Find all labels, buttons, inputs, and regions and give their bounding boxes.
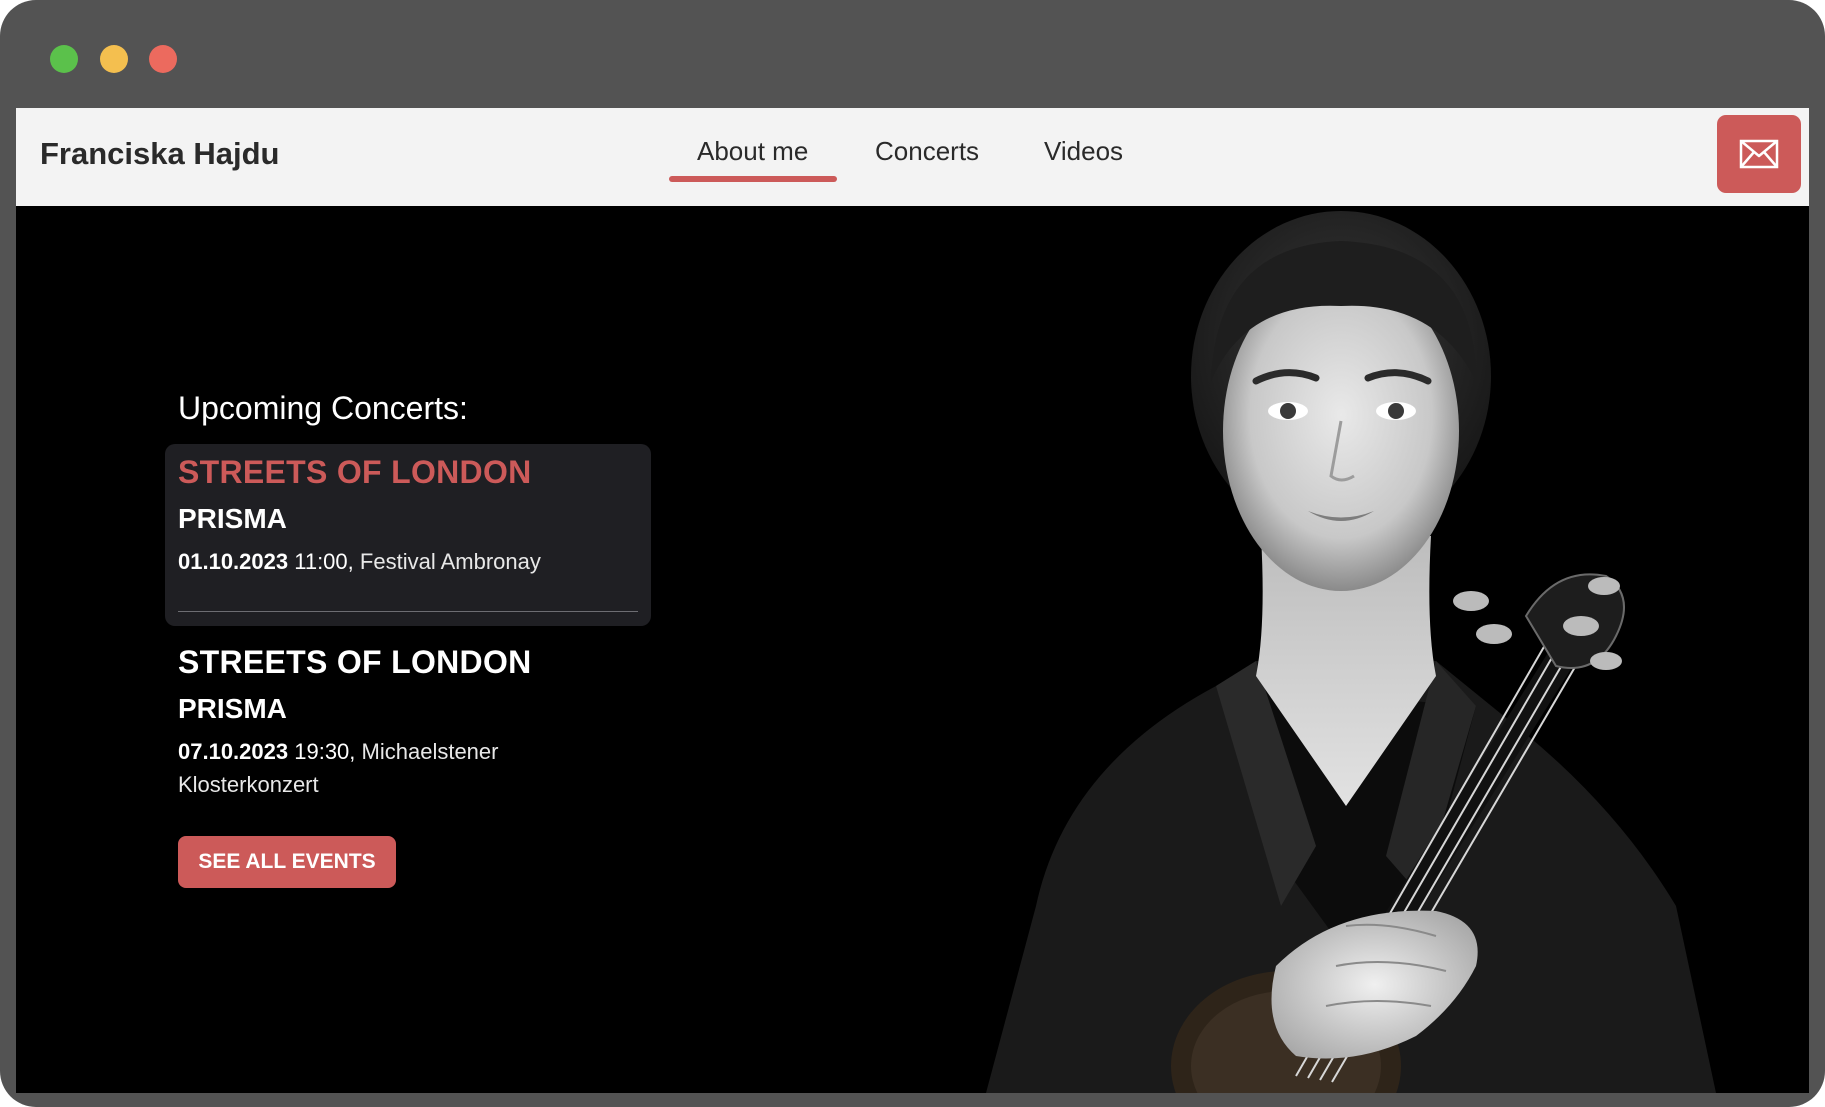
event-meta-1: 01.10.2023 11:00, Festival Ambronay	[178, 545, 618, 578]
see-all-events-button[interactable]: SEE ALL EVENTS	[178, 836, 396, 888]
event-divider	[178, 611, 638, 612]
page-viewport: Franciska Hajdu About me Concerts Videos	[16, 108, 1809, 1093]
event-time-1: 11:00,	[294, 549, 354, 574]
nav-item-videos[interactable]: Videos	[1044, 136, 1123, 167]
event-subtitle-1: PRISMA	[178, 503, 287, 534]
event-title-2[interactable]: STREETS OF LONDON	[178, 644, 532, 681]
nav-item-about-me[interactable]: About me	[697, 136, 808, 167]
violinist-portrait-image	[986, 211, 1716, 1093]
window-close-button[interactable]	[149, 45, 177, 73]
upcoming-concerts-heading: Upcoming Concerts:	[178, 390, 468, 426]
hero-section: Upcoming Concerts: STREETS OF LONDON PRI…	[16, 206, 1809, 1093]
event-subtitle-2: PRISMA	[178, 693, 287, 724]
event-venue-1: Festival Ambronay	[359, 549, 541, 574]
event-meta-2: 07.10.2023 19:30, Michaelstener Klosterk…	[178, 735, 538, 801]
window-zoom-button[interactable]	[50, 45, 78, 73]
event-time-2: 19:30,	[294, 739, 356, 764]
window-minimize-button[interactable]	[100, 45, 128, 73]
event-date-1: 01.10.2023	[178, 549, 289, 574]
active-nav-indicator	[669, 176, 837, 182]
top-navbar: Franciska Hajdu About me Concerts Videos	[16, 108, 1809, 206]
event-date-2: 07.10.2023	[178, 739, 289, 764]
event-title-1[interactable]: STREETS OF LONDON	[178, 454, 532, 491]
browser-window: Franciska Hajdu About me Concerts Videos	[0, 0, 1825, 1107]
nav-item-concerts[interactable]: Concerts	[875, 136, 979, 167]
envelope-icon	[1739, 139, 1779, 169]
site-brand[interactable]: Franciska Hajdu	[40, 136, 279, 172]
contact-mail-button[interactable]	[1717, 115, 1801, 193]
